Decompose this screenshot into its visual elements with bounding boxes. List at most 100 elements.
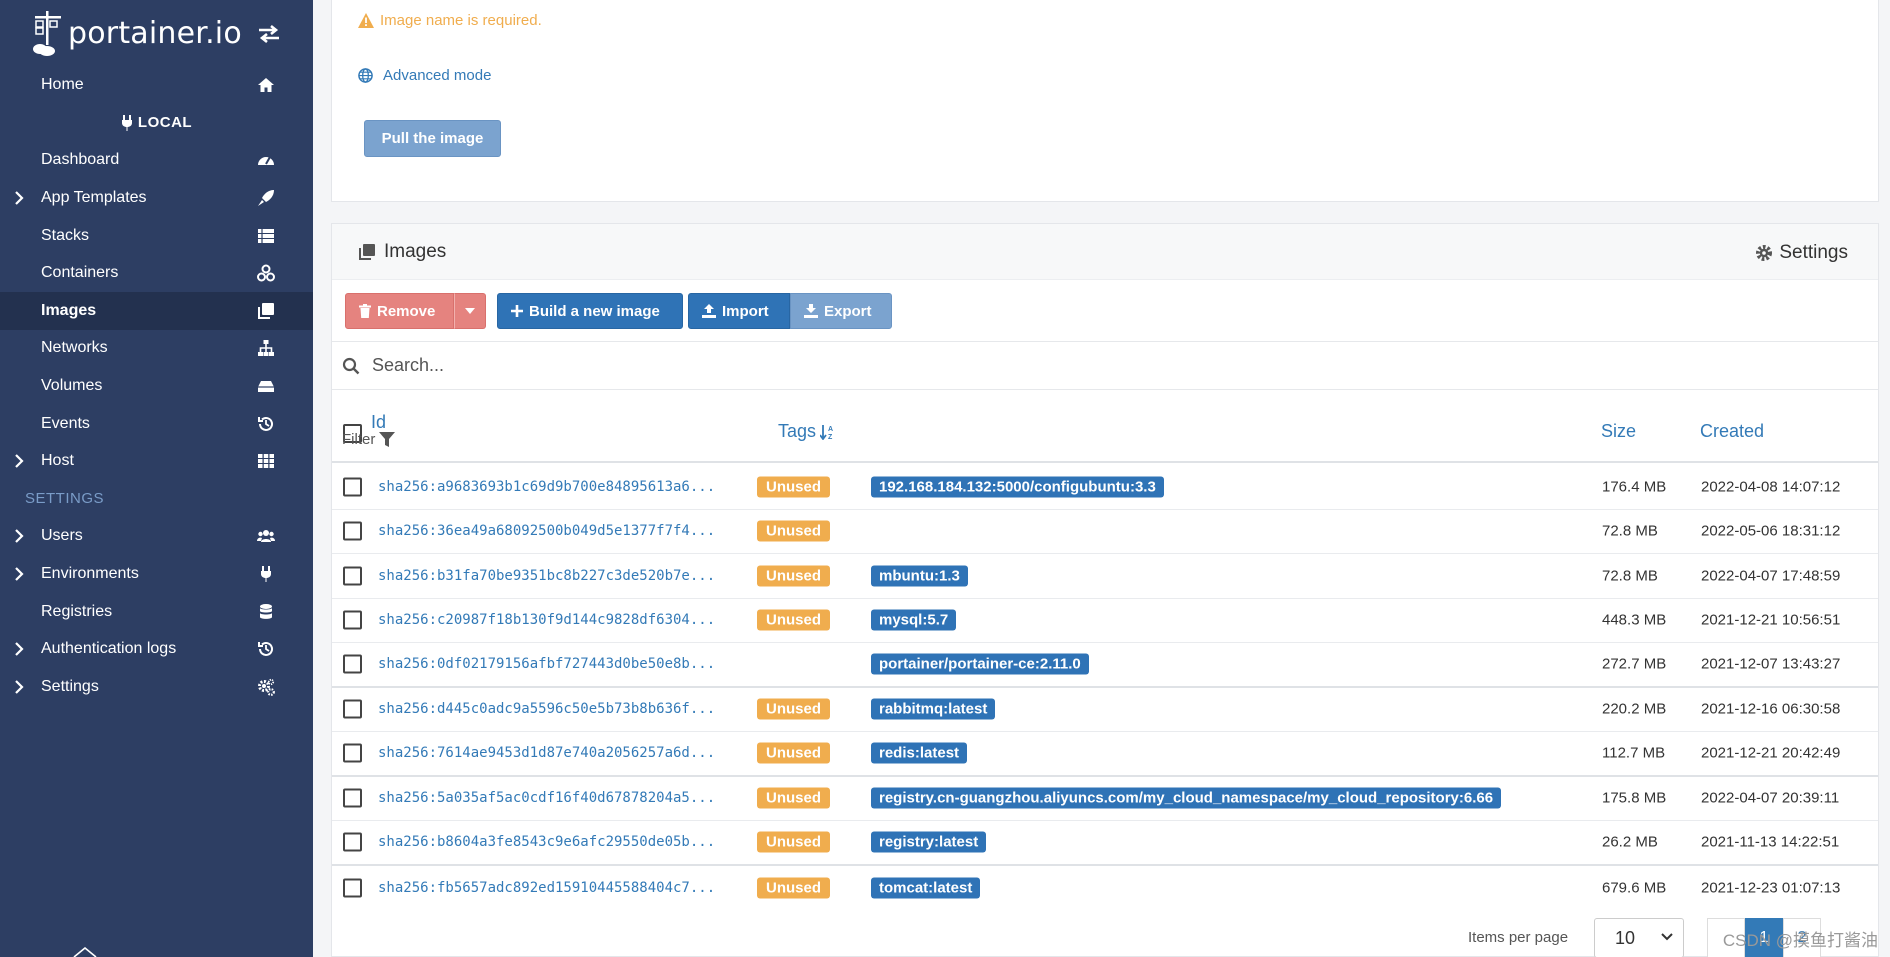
row-checkbox[interactable] xyxy=(343,521,362,541)
unused-badge: Unused xyxy=(757,698,831,720)
row-checkbox[interactable] xyxy=(343,788,362,808)
unused-badge: Unused xyxy=(757,609,831,631)
image-id-link[interactable]: sha256:c20987f18b130f9d144c9828df6304... xyxy=(378,612,715,628)
image-created: 2022-05-06 18:31:12 xyxy=(1701,522,1841,540)
image-id-link[interactable]: sha256:7614ae9453d1d87e740a2056257a6d... xyxy=(378,745,715,761)
sidebar-item-settings[interactable]: Settings xyxy=(0,668,313,706)
image-id-link[interactable]: sha256:b31fa70be9351bc8b227c3de520b7e... xyxy=(378,568,715,584)
items-per-page-select[interactable]: 10 xyxy=(1594,918,1684,957)
image-id-link[interactable]: sha256:36ea49a68092500b049d5e1377f7f4... xyxy=(378,523,715,539)
image-id-link[interactable]: sha256:a9683693b1c69d9b700e84895613a6... xyxy=(378,479,715,495)
sidebar-item-registries[interactable]: Registries xyxy=(0,593,313,631)
trash-icon xyxy=(359,304,371,318)
row-checkbox[interactable] xyxy=(343,654,362,674)
sidebar-item-label: Networks xyxy=(41,339,108,357)
table-row: sha256:7614ae9453d1d87e740a2056257a6d...… xyxy=(332,732,1878,777)
remove-options-dropdown[interactable] xyxy=(454,293,486,329)
image-id-link[interactable]: sha256:d445c0adc9a5596c50e5b73b8b636f... xyxy=(378,701,715,717)
chevron-right-icon xyxy=(15,567,24,581)
sidebar-item-volumes[interactable]: Volumes xyxy=(0,367,313,405)
table-row: sha256:fb5657adc892ed15910445588404c7...… xyxy=(332,866,1878,911)
images-panel-header: Images Settings xyxy=(332,224,1878,280)
unused-badge: Unused xyxy=(757,787,831,809)
image-tag-badge: registry.cn-guangzhou.aliyuncs.com/my_cl… xyxy=(871,787,1502,809)
sidebar-item-label: Authentication logs xyxy=(41,640,177,658)
images-panel: Images Settings Remove Build a new image… xyxy=(331,223,1879,957)
chevron-right-icon xyxy=(15,191,24,205)
sidebar-item-environments[interactable]: Environments xyxy=(0,555,313,593)
table-row: sha256:d445c0adc9a5596c50e5b73b8b636f...… xyxy=(332,688,1878,732)
sidebar-item-label: App Templates xyxy=(41,188,147,206)
table-row: sha256:b8604a3fe8543c9e6afc29550de05b...… xyxy=(332,821,1878,866)
grid-icon xyxy=(258,454,274,469)
sidebar-toggle-icon[interactable] xyxy=(257,24,281,44)
image-id-link[interactable]: sha256:0df02179156afbf727443d0be50e8b... xyxy=(378,656,715,672)
image-size: 448.3 MB xyxy=(1602,611,1667,629)
plug-icon xyxy=(121,114,132,131)
advanced-mode-link[interactable]: Advanced mode xyxy=(358,67,491,84)
build-image-button[interactable]: Build a new image xyxy=(497,293,683,329)
unused-badge: Unused xyxy=(757,476,831,498)
row-checkbox[interactable] xyxy=(343,878,362,898)
images-icon xyxy=(258,302,274,319)
users-icon xyxy=(257,530,275,543)
image-size: 176.4 MB xyxy=(1602,478,1667,496)
column-tags[interactable]: Tags AZ xyxy=(778,421,835,442)
search-icon xyxy=(342,357,360,374)
image-created: 2021-11-13 14:22:51 xyxy=(1701,833,1840,851)
search-input[interactable] xyxy=(372,355,1272,376)
sidebar-item-stacks[interactable]: Stacks xyxy=(0,217,313,255)
row-checkbox[interactable] xyxy=(343,477,362,497)
sidebar-item-images[interactable]: Images xyxy=(0,291,313,330)
image-tag-badge: redis:latest xyxy=(871,742,968,764)
table-footer: Items per page 10 1 2 xyxy=(332,918,1878,957)
image-id-link[interactable]: sha256:b8604a3fe8543c9e6afc29550de05b... xyxy=(378,834,715,850)
row-checkbox[interactable] xyxy=(343,566,362,586)
unused-badge: Unused xyxy=(757,877,831,899)
image-created: 2022-04-08 14:07:12 xyxy=(1701,478,1841,496)
sidebar-item-host[interactable]: Host xyxy=(0,442,313,480)
sidebar-item-label: Host xyxy=(41,452,74,470)
history-icon xyxy=(258,642,273,657)
pull-image-button[interactable]: Pull the image xyxy=(364,120,501,157)
row-checkbox[interactable] xyxy=(343,610,362,630)
logo[interactable]: portainer.io xyxy=(0,0,313,66)
image-size: 72.8 MB xyxy=(1602,567,1658,585)
image-tag-badge: tomcat:latest xyxy=(871,877,981,899)
export-button[interactable]: Export xyxy=(790,293,892,329)
gear-icon xyxy=(1756,245,1773,261)
remove-button[interactable]: Remove xyxy=(345,293,454,329)
table-settings-button[interactable]: Settings xyxy=(1755,242,1848,264)
image-id-link[interactable]: sha256:fb5657adc892ed15910445588404c7... xyxy=(378,880,715,896)
import-button[interactable]: Import xyxy=(688,293,790,329)
filter-button[interactable]: Filter xyxy=(342,431,396,448)
column-created[interactable]: Created xyxy=(1700,421,1764,442)
row-checkbox[interactable] xyxy=(343,699,362,719)
column-size[interactable]: Size xyxy=(1601,421,1636,442)
sidebar-item-home[interactable]: Home xyxy=(0,66,313,104)
images-title: Images xyxy=(384,240,447,262)
chevron-right-icon xyxy=(15,642,24,656)
image-size: 72.8 MB xyxy=(1602,522,1658,540)
unused-badge: Unused xyxy=(757,831,831,853)
settings-section-heading: SETTINGS xyxy=(25,490,105,508)
sidebar-item-app-templates[interactable]: App Templates xyxy=(0,179,313,217)
sidebar-item-containers[interactable]: Containers xyxy=(0,254,313,292)
column-id[interactable]: Id xyxy=(371,412,386,433)
image-id-link[interactable]: sha256:5a035af5ac0cdf16f40d67878204a5... xyxy=(378,790,715,806)
row-checkbox[interactable] xyxy=(343,743,362,763)
sidebar-item-dashboard[interactable]: Dashboard xyxy=(0,142,313,180)
sidebar-item-users[interactable]: Users xyxy=(0,518,313,556)
sidebar-item-authentication-logs[interactable]: Authentication logs xyxy=(0,630,313,668)
network-icon xyxy=(258,340,274,357)
image-size: 26.2 MB xyxy=(1602,833,1658,851)
row-checkbox[interactable] xyxy=(343,832,362,852)
sidebar-item-networks[interactable]: Networks xyxy=(0,330,313,368)
image-tag-badge: portainer/portainer-ce:2.11.0 xyxy=(871,653,1089,675)
sidebar: portainer.io Home LOCAL Dashboard App Te… xyxy=(0,0,313,957)
sidebar-item-events[interactable]: Events xyxy=(0,405,313,443)
image-created: 2022-04-07 17:48:59 xyxy=(1701,567,1841,585)
table-row: sha256:a9683693b1c69d9b700e84895613a6...… xyxy=(332,465,1878,510)
logo-text: portainer.io xyxy=(68,15,242,51)
search-bar xyxy=(332,341,1878,390)
